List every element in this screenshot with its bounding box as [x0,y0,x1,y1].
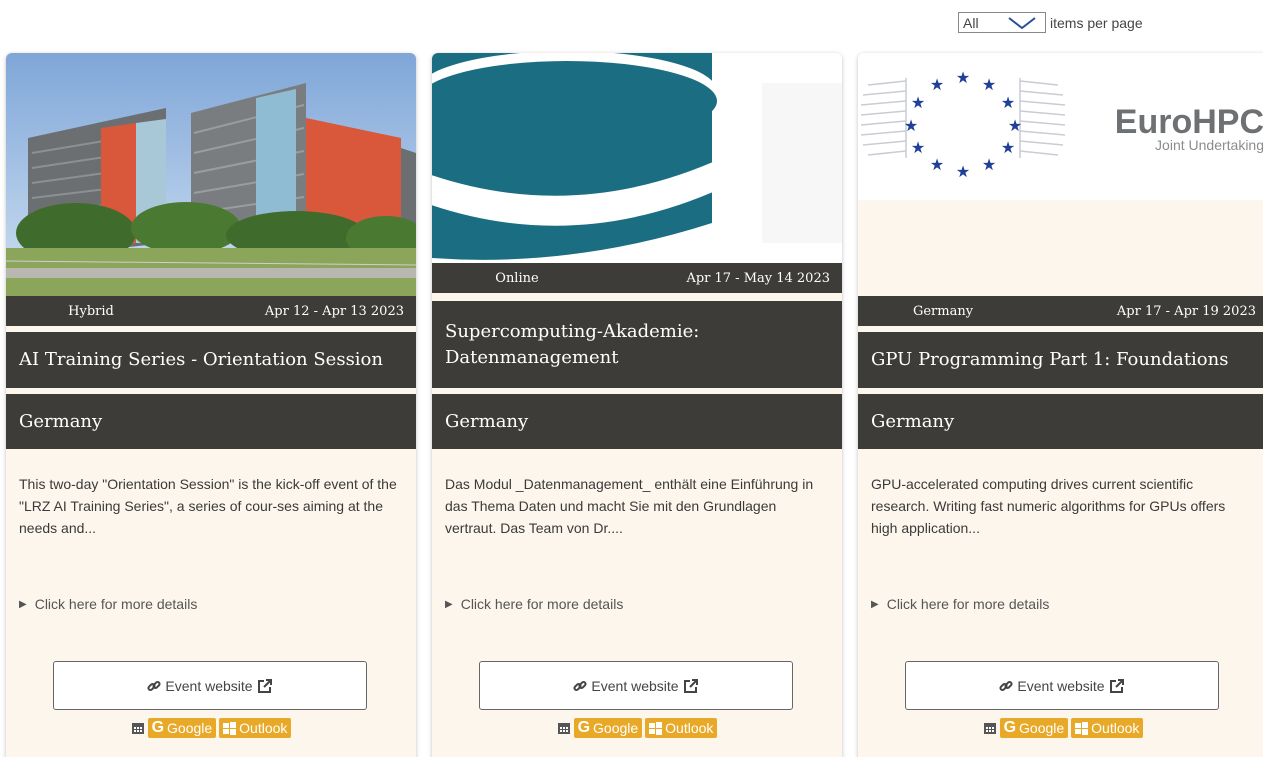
google-calendar-label: Google [167,720,213,736]
event-meta-bar: Hybrid Apr 12 - Apr 13 2023 [6,296,416,326]
windows-icon [1075,721,1089,735]
items-per-page-value: All [963,14,979,31]
google-calendar-button[interactable]: G Google [147,718,217,738]
event-country: Germany [858,394,1263,449]
svg-text:★: ★ [1001,93,1015,112]
triangle-right-icon: ▶ [871,598,879,610]
event-country: Germany [432,394,842,449]
outlook-calendar-label: Outlook [239,720,288,736]
outlook-calendar-button[interactable]: Outlook [219,718,292,738]
google-calendar-button[interactable]: G Google [999,718,1069,738]
svg-text:★: ★ [982,155,996,174]
triangle-right-icon: ▶ [19,598,27,610]
windows-icon [223,721,237,735]
event-description: GPU-accelerated computing drives current… [871,476,1226,536]
svg-text:★: ★ [956,162,970,181]
svg-text:★: ★ [930,75,944,94]
event-card: Hybrid Apr 12 - Apr 13 2023 AI Training … [6,53,416,757]
svg-text:★: ★ [911,93,925,112]
add-to-calendar: G Google Outlook [432,718,842,738]
more-details-toggle[interactable]: ▶ Click here for more details [19,596,197,612]
event-meta-bar: Online Apr 17 - May 14 2023 [432,263,842,293]
event-website-button[interactable]: Event website [905,661,1219,710]
google-icon: G [577,719,591,736]
event-title: AI Training Series - Orientation Session [6,332,416,388]
event-mode: Germany [912,303,974,319]
items-per-page-label: items per page [1050,14,1143,31]
outlook-calendar-label: Outlook [1091,720,1140,736]
event-dates: Apr 12 - Apr 13 2023 [264,303,404,319]
eurohpc-logo-subtext: Joint Undertaking [1155,137,1263,153]
more-details-label: Click here for more details [460,596,624,612]
svg-text:★: ★ [930,155,944,174]
event-dates: Apr 17 - May 14 2023 [686,270,830,286]
event-website-button[interactable]: Event website [479,661,793,710]
external-link-icon [257,678,272,693]
external-link-icon [1109,678,1124,693]
event-meta-bar: Germany Apr 17 - Apr 19 2023 [858,296,1263,326]
outlook-calendar-button[interactable]: Outlook [645,718,718,738]
event-card: ★ ★ ★ ★ ★ ★ ★ ★ ★ ★ ★ ★ EuroHPC Joint Un… [858,53,1263,757]
eurohpc-logo: ★ ★ ★ ★ ★ ★ ★ ★ ★ ★ ★ ★ EuroHPC Joint Un… [858,53,1263,200]
triangle-right-icon: ▶ [445,598,453,610]
event-website-label: Event website [165,677,253,694]
event-image-database [432,53,842,263]
eurohpc-logo-text: EuroHPC [1115,103,1263,141]
event-website-button[interactable]: Event website [53,661,367,710]
event-image-building [6,53,416,296]
svg-text:★: ★ [956,68,970,87]
svg-text:★: ★ [904,116,918,135]
event-title: Supercomputing-Akademie: Datenmanagement [432,301,842,388]
more-details-toggle[interactable]: ▶ Click here for more details [445,596,623,612]
chevron-down-icon [1008,16,1036,29]
link-icon [147,680,161,691]
event-website-label: Event website [1017,677,1105,694]
event-mode: Online [495,270,539,286]
link-icon [573,680,587,691]
more-details-label: Click here for more details [34,596,198,612]
add-to-calendar: G Google Outlook [858,718,1263,738]
items-per-page: All items per page [958,12,1143,33]
google-calendar-label: Google [1019,720,1065,736]
event-card: Online Apr 17 - May 14 2023 Supercomputi… [432,53,842,757]
windows-icon [649,721,663,735]
google-calendar-label: Google [593,720,639,736]
svg-text:★: ★ [1001,138,1015,157]
svg-text:★: ★ [911,138,925,157]
event-description: This two-day "Orientation Session" is th… [19,476,397,536]
calendar-icon [557,723,570,734]
event-description: Das Modul _Datenmanagement_ enthält eine… [445,476,814,536]
items-per-page-select[interactable]: All [958,12,1046,33]
event-website-label: Event website [591,677,679,694]
svg-text:★: ★ [1008,116,1022,135]
event-title: GPU Programming Part 1: Foundations [858,332,1263,388]
event-dates: Apr 17 - Apr 19 2023 [1116,303,1256,319]
calendar-icon [983,723,996,734]
calendar-icon [131,723,144,734]
svg-text:★: ★ [982,75,996,94]
external-link-icon [683,678,698,693]
google-icon: G [151,719,165,736]
more-details-label: Click here for more details [886,596,1050,612]
google-icon: G [1003,719,1017,736]
outlook-calendar-label: Outlook [665,720,714,736]
event-country: Germany [6,394,416,449]
more-details-toggle[interactable]: ▶ Click here for more details [871,596,1049,612]
add-to-calendar: G Google Outlook [6,718,416,738]
link-icon [999,680,1013,691]
google-calendar-button[interactable]: G Google [573,718,643,738]
outlook-calendar-button[interactable]: Outlook [1071,718,1144,738]
event-mode: Hybrid [68,303,114,319]
